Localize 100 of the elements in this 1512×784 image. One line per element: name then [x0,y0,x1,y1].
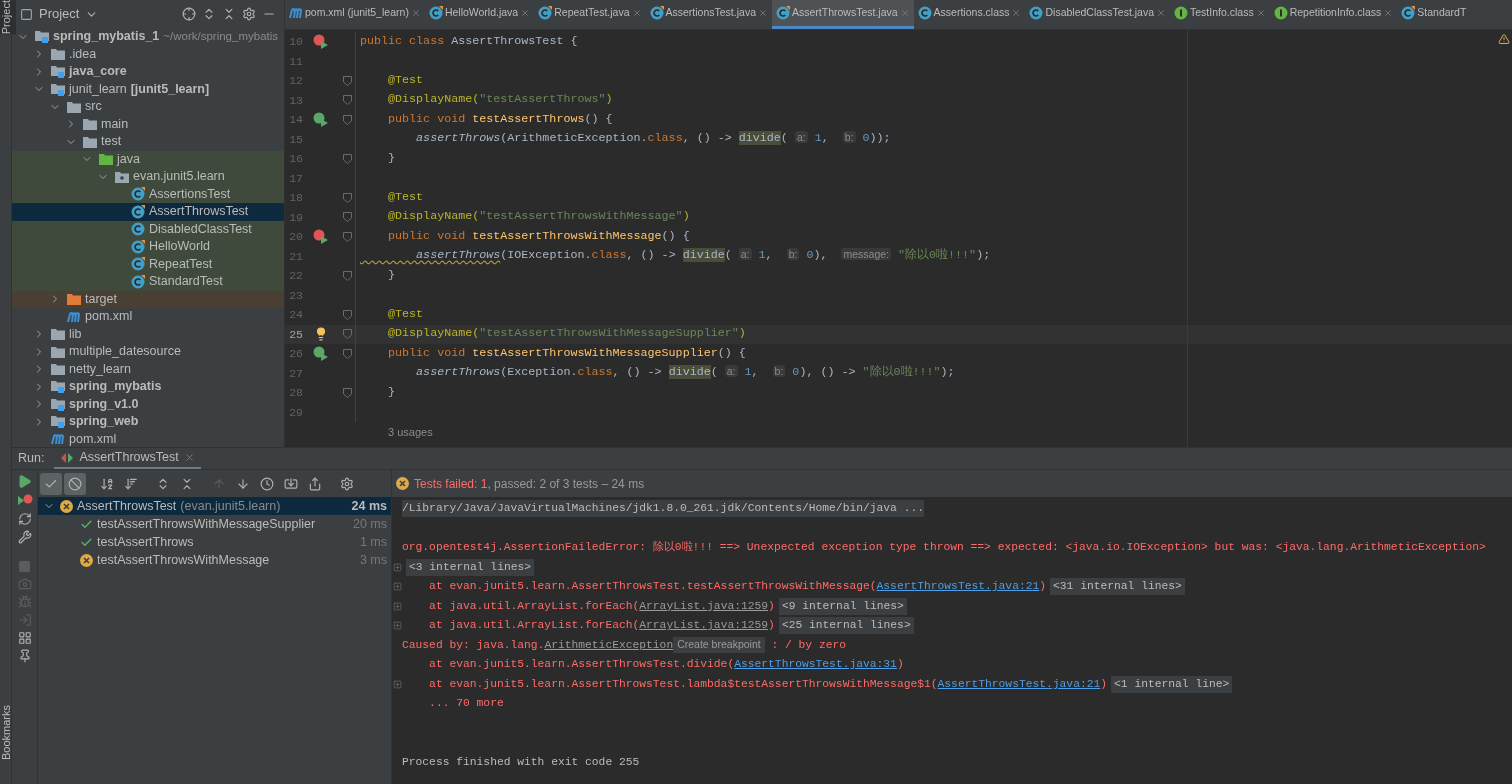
tree-item[interactable]: test [12,133,284,151]
file-tab[interactable]: StandardT [1397,0,1471,29]
close-icon[interactable] [410,8,421,18]
fold-marker-icon[interactable] [342,309,352,320]
locate-icon[interactable] [182,7,196,21]
tree-item[interactable]: lib [12,325,284,343]
tree-item[interactable]: StandardTest [12,273,284,291]
fold-icon[interactable] [392,562,402,572]
file-link[interactable]: AssertThrowsTest.java:31 [734,656,897,674]
tree-item[interactable]: pom.xml [12,430,284,447]
console-text: org.opentest4j.AssertionFailedError: 除以0啦!!! ==> Unexpected exception type thrown ==> expected: <java.io.IOException> but was: <java.lang.ArithmeticException> [402,540,1486,556]
file-link[interactable]: ArrayList.java:1259 [639,617,769,635]
tree-item[interactable]: java_core [12,63,284,81]
file-tab[interactable]: TestInfo.class [1170,0,1270,29]
fold-icon[interactable] [392,621,402,631]
run-tab[interactable]: AssertThrowsTest [54,448,201,469]
file-tab[interactable]: RepeatTest.java [534,0,646,29]
file-link[interactable]: ArrayList.java:1259 [639,597,769,615]
file-tab[interactable]: Assertions.class [913,0,1026,29]
tree-item[interactable]: spring_web [12,413,284,431]
show-passed-toggle[interactable] [40,472,62,495]
tree-item[interactable]: spring_mybatis [12,378,284,396]
tree-item[interactable]: .idea [12,45,284,63]
pin-icon[interactable] [17,649,32,663]
close-icon[interactable] [1255,8,1266,18]
tree-item[interactable]: src [12,98,284,116]
file-tab[interactable]: pom.xml (junit5_learn) [285,0,425,29]
run-failed-icon[interactable] [313,34,329,50]
close-icon[interactable] [631,8,642,18]
close-icon[interactable] [1383,8,1394,18]
run-passed-icon[interactable] [313,112,329,128]
tree-item[interactable]: AssertThrowsTest [12,203,284,221]
close-icon[interactable] [758,8,768,18]
run-failed-icon[interactable] [313,229,329,245]
close-icon[interactable] [1011,8,1022,18]
tree-item[interactable]: pom.xml [12,308,284,326]
file-link[interactable]: AssertThrowsTest.java:21 [937,675,1101,693]
line-number: 16 [288,151,303,168]
fold-marker-icon[interactable] [342,95,352,106]
test-tree-row[interactable]: AssertThrowsTest (evan.junit5.learn) 24 ms [38,497,391,515]
fold-icon[interactable] [392,582,402,592]
layout-icon[interactable] [17,631,32,645]
bookmarks-tool-tab[interactable]: Bookmarks [0,704,16,760]
fold-marker-icon[interactable] [342,387,352,398]
fold-marker-icon[interactable] [342,212,352,223]
test-tree-row[interactable]: testAssertThrowsWithMessageSupplier 20 ms [38,515,391,533]
close-icon[interactable] [183,452,195,463]
close-icon[interactable] [1156,8,1167,18]
maven-file-icon [67,310,81,323]
settings-icon[interactable] [242,7,256,21]
tree-item[interactable]: junit_learn [junit5_learn] [12,80,284,98]
bug-icon[interactable] [17,595,32,609]
file-tab[interactable]: DisabledClassTest.java [1025,0,1171,29]
fold-marker-icon[interactable] [342,231,352,242]
fold-marker-icon[interactable] [342,329,352,340]
lightbulb-icon[interactable] [314,327,328,342]
run-passed-icon[interactable] [313,346,329,362]
stop-icon[interactable] [18,560,31,573]
tree-item[interactable]: evan.junit5.learn [12,168,284,186]
tree-item[interactable]: spring_v1.0 [12,395,284,413]
fold-marker-icon[interactable] [342,348,352,359]
fold-marker-icon[interactable] [342,114,352,125]
file-tab[interactable]: RepetitionInfo.class [1269,0,1398,29]
camera-icon[interactable] [17,577,32,591]
tree-item[interactable]: multiple_datesource [12,343,284,361]
internal-lines-chip[interactable]: <25 internal lines> [778,617,914,635]
tree-item[interactable]: java [12,150,284,168]
collapse-all-icon[interactable] [222,7,236,21]
test-tree-row[interactable]: testAssertThrowsWithMessage 3 ms [38,551,391,569]
file-tab[interactable]: AssertThrowsTest.java [772,0,914,29]
warning-icon[interactable] [1498,33,1510,45]
panel-title[interactable]: Project [39,4,80,24]
collapse-all-icon [180,476,194,491]
fold-marker-icon[interactable] [342,192,352,203]
test-tree-row[interactable]: testAssertThrows 1 ms [38,533,391,551]
tree-item[interactable]: HelloWorld [12,238,284,256]
file-link[interactable]: AssertThrowsTest.java:21 [876,578,1040,596]
toggle-auto-test-icon[interactable] [17,512,32,526]
file-link[interactable]: ArithmeticException [544,636,674,654]
fold-marker-icon[interactable] [342,153,352,164]
internal-lines-chip[interactable]: <9 internal lines> [778,597,907,615]
show-ignored-toggle[interactable] [64,472,86,495]
usages-hint[interactable]: 3 usages [388,423,433,440]
fold-marker-icon[interactable] [342,75,352,86]
rerun-failed-icon[interactable] [16,493,33,508]
file-tab[interactable]: AssertionsTest.java [645,0,772,29]
internal-lines-chip[interactable]: <3 internal lines> [406,558,535,576]
tree-item[interactable]: netty_learn [12,360,284,378]
close-icon[interactable] [899,8,910,18]
file-tab[interactable]: HelloWorld.java [424,0,535,29]
internal-lines-chip[interactable]: <31 internal lines> [1050,578,1185,596]
fold-marker-icon[interactable] [342,270,352,281]
run-icon[interactable] [17,474,32,489]
fold-icon[interactable] [392,601,402,611]
close-icon[interactable] [520,8,531,18]
internal-lines-chip[interactable]: <1 internal line> [1111,675,1233,693]
project-tool-tab[interactable]: Project [0,0,16,35]
fold-icon[interactable] [392,679,402,689]
wrench-icon[interactable] [17,530,32,544]
tree-item[interactable]: main [12,115,284,133]
